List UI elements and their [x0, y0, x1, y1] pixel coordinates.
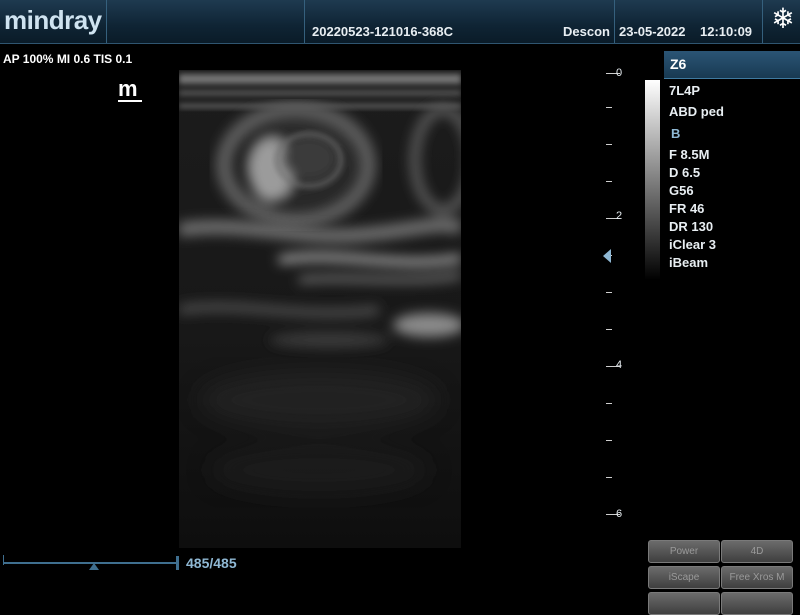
depth-tick: [606, 292, 612, 293]
imaging-mode: B: [671, 126, 681, 141]
param-depth: D 6.5: [669, 165, 701, 180]
ultrasound-texture: [179, 70, 461, 548]
depth-tick: [606, 403, 612, 404]
exam-time: 12:10:09: [700, 24, 753, 39]
focus-marker-icon[interactable]: [603, 249, 611, 263]
param-gain: G56: [669, 183, 694, 198]
param-iclear: iClear 3: [669, 237, 716, 252]
power-button[interactable]: Power: [648, 540, 720, 563]
depth-tick: [606, 107, 612, 108]
snowflake-icon[interactable]: ❄: [768, 4, 798, 34]
param-frame-rate: FR 46: [669, 201, 705, 216]
tab-label: Z6: [670, 56, 687, 72]
header-divider: [762, 0, 763, 43]
m-mode-icon: m: [118, 78, 142, 102]
cine-marker-icon[interactable]: [89, 563, 99, 570]
exam-date: 23-05-2022: [619, 24, 686, 39]
depth-tick: [606, 144, 612, 145]
depth-label: 2: [616, 210, 623, 222]
brand-logo: mindray: [4, 5, 102, 35]
softkey-blank[interactable]: [721, 592, 793, 615]
cine-frame-counter: 485/485: [186, 555, 237, 571]
header-divider: [614, 0, 615, 43]
exam-preset: ABD ped: [669, 104, 724, 119]
depth-label: 4: [616, 359, 623, 371]
header-divider: [106, 0, 107, 43]
grayscale-bar: [645, 80, 660, 280]
iscape-button[interactable]: iScape: [648, 566, 720, 589]
free-xros-m-button[interactable]: Free Xros M: [721, 566, 793, 589]
tab-z6[interactable]: Z6: [664, 51, 800, 79]
acoustic-output: AP 100% MI 0.6 TIS 0.1: [3, 52, 133, 66]
4d-button[interactable]: 4D: [721, 540, 793, 563]
param-dynamic-range: DR 130: [669, 219, 714, 234]
cine-end-mark: [176, 556, 179, 570]
depth-tick: [606, 477, 612, 478]
depth-tick: [606, 329, 612, 330]
param-ibeam: iBeam: [669, 255, 709, 270]
hospital-name: Descon: [563, 24, 610, 39]
depth-label: 6: [616, 508, 623, 520]
softkey-blank[interactable]: [648, 592, 720, 615]
depth-scale: 0 2 4 6: [598, 67, 638, 530]
exam-id: 20220523-121016-368C: [312, 24, 453, 39]
probe-model: 7L4P: [669, 83, 701, 98]
param-frequency: F 8.5M: [669, 147, 710, 162]
ultrasound-image[interactable]: [179, 70, 461, 548]
depth-tick: [606, 440, 612, 441]
top-bar: mindray 20220523-121016-368C Descon 23-0…: [0, 0, 800, 44]
header-divider: [304, 0, 305, 43]
depth-tick: [606, 181, 612, 182]
depth-label: 0: [616, 67, 623, 79]
